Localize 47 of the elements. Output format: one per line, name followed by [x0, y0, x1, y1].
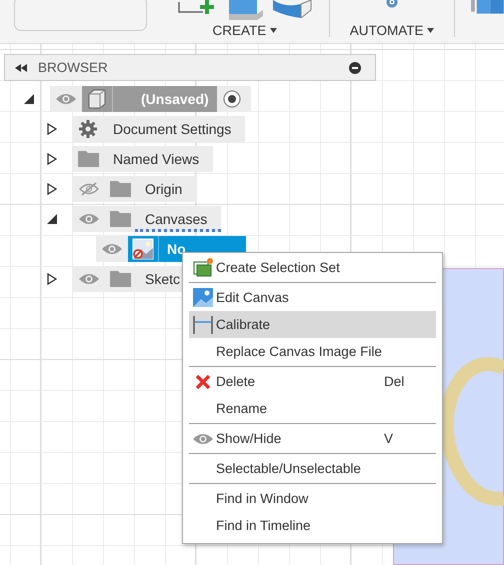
delete-icon	[196, 374, 210, 388]
collapsed-triangle-icon[interactable]	[47, 123, 57, 135]
folder-icon	[110, 211, 130, 227]
toolbar-group-label[interactable]: AUTOMATE	[350, 23, 424, 38]
tree-label: (Unsaved)	[113, 86, 217, 112]
menu-item[interactable]: Replace Canvas Image File	[189, 338, 436, 365]
menu-item[interactable]: Delete Del	[189, 368, 436, 395]
menu-item[interactable]: Rename	[189, 395, 436, 422]
image-icon	[192, 288, 212, 307]
eye-icon	[192, 432, 212, 444]
menu-item[interactable]: Show/Hide V	[189, 425, 436, 452]
menu-item[interactable]: Calibrate	[189, 311, 436, 338]
collapsed-triangle-icon[interactable]	[47, 273, 57, 285]
tree-item[interactable]: Origin	[73, 176, 196, 202]
cube-icon	[88, 89, 106, 109]
gear-icon	[79, 120, 97, 138]
caret-icon[interactable]	[427, 28, 434, 33]
collapsed-triangle-icon[interactable]	[47, 183, 57, 195]
folder-icon	[110, 181, 130, 197]
menu-item[interactable]: Find in Window	[189, 485, 436, 512]
menu-item[interactable]: Find in Timeline	[189, 512, 436, 539]
tree-label: Named Views	[112, 150, 200, 169]
tree-label: Origin	[144, 180, 184, 199]
tree-label: Sketc	[144, 270, 182, 289]
toolbar-group-label[interactable]: CREATE	[212, 23, 266, 38]
folder-icon	[78, 151, 98, 167]
solid-icon[interactable]	[471, 0, 504, 14]
collapsed-triangle-icon[interactable]	[47, 153, 57, 165]
tree-label: Canvases	[135, 206, 222, 232]
calibrate-icon	[192, 316, 212, 334]
tree-label: Document Settings	[112, 120, 232, 139]
expanded-triangle-icon[interactable]	[24, 94, 34, 104]
minimize-icon[interactable]	[349, 62, 361, 74]
activate-radio[interactable]	[222, 90, 241, 108]
tree-item[interactable]: Document Settings	[73, 116, 246, 142]
tree-item[interactable]: Named Views	[73, 146, 214, 172]
selection-set-icon	[192, 258, 212, 277]
expanded-triangle-icon[interactable]	[47, 214, 57, 224]
image-icon	[132, 238, 154, 260]
box-icon[interactable]	[228, 0, 263, 20]
caret-icon[interactable]	[270, 28, 278, 33]
tree-item[interactable]: Canvases	[73, 206, 222, 232]
surface-icon[interactable]	[272, 0, 313, 18]
browser-title: BROWSER	[38, 60, 108, 75]
collapse-icon[interactable]	[15, 64, 27, 72]
menu-item[interactable]: Selectable/Unselectable	[189, 455, 436, 482]
folder-icon	[110, 271, 130, 287]
